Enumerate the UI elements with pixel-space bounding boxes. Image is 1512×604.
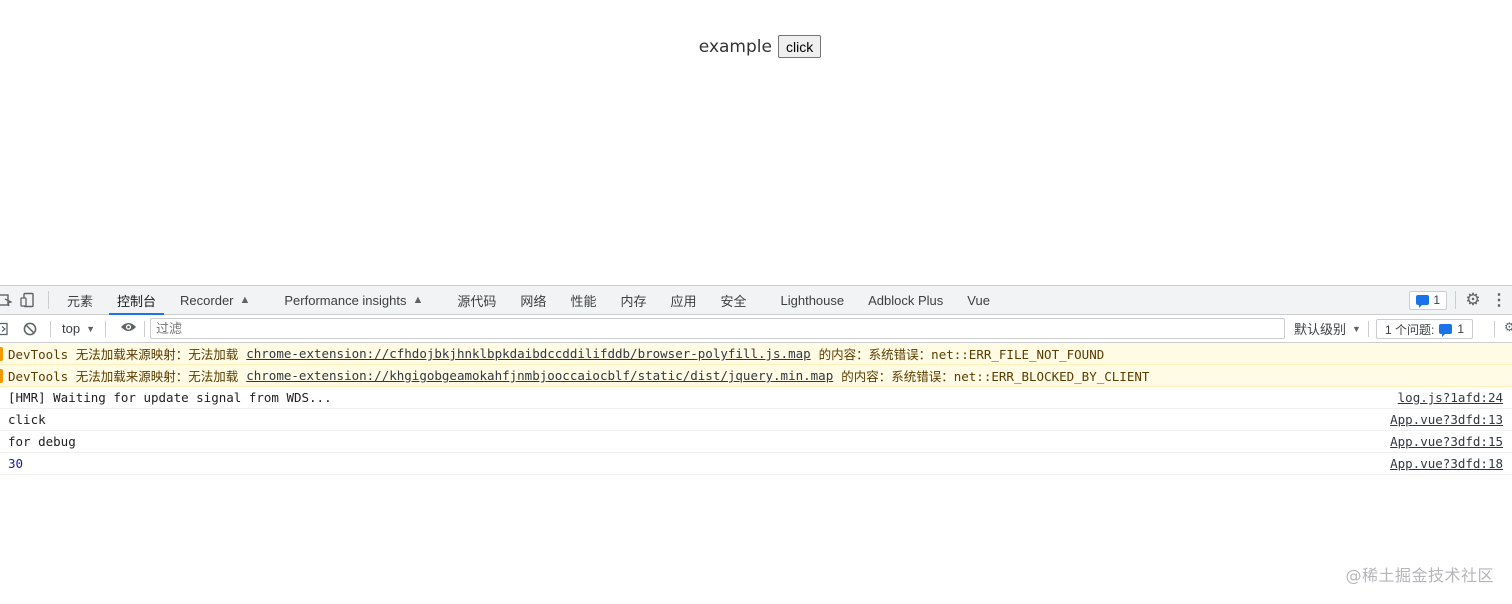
log-number-value: 30	[8, 456, 24, 471]
warning-prefix: DevTools 无法加载来源映射：无法加载	[8, 369, 239, 384]
click-button[interactable]: click	[777, 35, 822, 58]
tab-performance[interactable]: 性能	[558, 286, 608, 314]
experimental-flask-icon: ▲	[412, 294, 424, 306]
console-log-row: 30 App.vue?3dfd:18	[0, 453, 1512, 475]
tab-vue[interactable]: Vue	[955, 286, 1002, 314]
log-levels-value: 默认级别	[1294, 322, 1347, 337]
tab-label: 内存	[620, 293, 647, 309]
warning-suffix: 的内容：系统错误：net::ERR_BLOCKED_BY_CLIENT	[841, 369, 1150, 384]
example-label: example	[698, 36, 772, 57]
toolbar-separator	[50, 321, 51, 337]
toolbar-separator	[1494, 321, 1495, 337]
tab-label: 网络	[520, 293, 547, 309]
warning-suffix: 的内容：系统错误：net::ERR_FILE_NOT_FOUND	[818, 347, 1105, 362]
context-value: top	[62, 321, 81, 336]
console-log-row: click App.vue?3dfd:13	[0, 409, 1512, 431]
tab-lighthouse[interactable]: Lighthouse	[769, 286, 857, 314]
tab-label: 性能	[570, 293, 597, 309]
settings-gear-icon[interactable]: ⚙	[1460, 290, 1486, 310]
page-viewport: example click	[0, 0, 1512, 285]
tab-label: Adblock Plus	[868, 292, 944, 308]
example-row: example click	[0, 35, 1512, 58]
tab-recorder[interactable]: Recorder ▲	[168, 286, 262, 314]
tab-label: Vue	[967, 292, 990, 308]
tab-label: 安全	[720, 293, 747, 309]
toolbar-separator	[105, 321, 106, 337]
device-toolbar-icon[interactable]	[16, 286, 40, 314]
experimental-flask-icon: ▲	[239, 294, 251, 306]
tab-console[interactable]: 控制台	[105, 286, 168, 315]
issues-count: 1	[1457, 322, 1465, 336]
tab-elements[interactable]: 元素	[55, 286, 105, 314]
console-filter-input[interactable]	[150, 318, 1285, 339]
tabbar-separator	[48, 291, 49, 309]
warning-prefix: DevTools 无法加载来源映射：无法加载	[8, 347, 239, 362]
tab-label: Performance insights	[284, 292, 407, 308]
warning-icon	[0, 347, 3, 361]
console-log-row: [HMR] Waiting for update signal from WDS…	[0, 387, 1512, 409]
dropdown-arrow-icon: ▼	[86, 323, 95, 334]
messages-count: 1	[1433, 293, 1440, 307]
tab-sources[interactable]: 源代码	[445, 286, 508, 314]
warning-icon	[0, 369, 3, 383]
tabbar-separator	[1455, 291, 1456, 309]
sidebar-toggle-icon[interactable]	[0, 315, 14, 343]
log-message: click	[8, 412, 46, 427]
tab-performance-insights[interactable]: Performance insights ▲	[272, 286, 435, 314]
more-options-icon[interactable]: ⋮	[1486, 290, 1512, 310]
toolbar-separator	[1368, 321, 1369, 337]
tab-label: Lighthouse	[780, 292, 845, 308]
devtools-tabbar: 元素 控制台 Recorder ▲ Performance insights ▲ 源…	[0, 286, 1512, 315]
messages-badge[interactable]: 1	[1409, 290, 1447, 310]
live-expression-eye-icon[interactable]	[115, 320, 141, 337]
tab-label: 元素	[67, 293, 94, 309]
tab-label: Recorder	[180, 292, 234, 308]
tabbar-right: 1 ⚙ ⋮	[1409, 286, 1512, 314]
log-message: [HMR] Waiting for update signal from WDS…	[8, 390, 332, 405]
context-selector[interactable]: top ▼	[56, 321, 101, 336]
log-source-link[interactable]: App.vue?3dfd:13	[1390, 412, 1503, 427]
source-map-link[interactable]: chrome-extension://cfhdojbkjhnklbpkdaibd…	[246, 346, 810, 361]
tab-label: 控制台	[117, 293, 157, 309]
console-warning-row: DevTools 无法加载来源映射：无法加载 chrome-extension:…	[0, 365, 1512, 387]
watermark-text: @稀土掘金技术社区	[1345, 566, 1494, 585]
log-source-link[interactable]: log.js?1afd:24	[1398, 390, 1503, 405]
issues-counter[interactable]: 1 个问题: 1	[1376, 319, 1474, 339]
toolbar-separator	[144, 321, 145, 337]
source-map-link[interactable]: chrome-extension://khgigobgeamokahfjnmbj…	[246, 368, 833, 383]
console-settings-icon[interactable]: ⚙	[1504, 320, 1512, 334]
tab-security[interactable]: 安全	[708, 286, 758, 314]
console-log-row: for debug App.vue?3dfd:15	[0, 431, 1512, 453]
tab-label: 源代码	[457, 293, 497, 309]
tab-label: 应用	[670, 293, 697, 309]
inspect-element-icon[interactable]	[0, 286, 16, 314]
console-toolbar: top ▼ 默认级别 ▼ 1 个问题: 1 ⚙	[0, 315, 1512, 343]
message-icon	[1416, 295, 1430, 308]
console-warning-row: DevTools 无法加载来源映射：无法加载 chrome-extension:…	[0, 343, 1512, 365]
log-source-link[interactable]: App.vue?3dfd:18	[1390, 456, 1503, 471]
log-levels-dropdown[interactable]: 默认级别 ▼	[1294, 315, 1361, 342]
dropdown-arrow-icon: ▼	[1352, 323, 1361, 334]
console-messages: DevTools 无法加载来源映射：无法加载 chrome-extension:…	[0, 343, 1512, 475]
devtools-panel: 元素 控制台 Recorder ▲ Performance insights ▲ 源…	[0, 285, 1512, 604]
clear-console-icon[interactable]	[18, 315, 42, 343]
tab-network[interactable]: 网络	[508, 286, 558, 314]
tab-memory[interactable]: 内存	[608, 286, 658, 314]
tab-adblock-plus[interactable]: Adblock Plus	[856, 286, 955, 314]
issue-message-icon	[1439, 324, 1453, 337]
tab-application[interactable]: 应用	[658, 286, 708, 314]
issues-label: 1 个问题:	[1385, 322, 1435, 337]
log-message: for debug	[8, 434, 76, 449]
log-source-link[interactable]: App.vue?3dfd:15	[1390, 434, 1503, 449]
